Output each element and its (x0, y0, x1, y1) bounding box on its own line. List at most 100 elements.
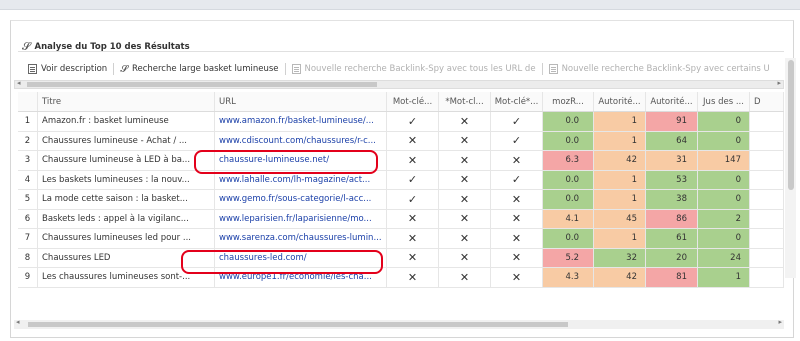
scrollbar-thumb[interactable] (28, 322, 568, 327)
column-header-mot-cle-3[interactable]: Mot-clé*... (491, 92, 543, 111)
url-link[interactable]: www.gemo.fr/sous-categorie/l-acc... (215, 190, 387, 209)
column-header-url[interactable]: URL (215, 92, 387, 111)
mot-cle-2-cell: ✕ (439, 190, 491, 209)
column-header-autorite-2[interactable]: Autorité... (646, 92, 698, 111)
url-link-text: www.lahalle.com/lh-magazine/act... (219, 174, 371, 185)
title-cell: Chaussures lumineuses led pour ... (38, 229, 215, 248)
autorite-1-cell: 32 (594, 248, 646, 267)
title-cell: Amazon.fr : basket lumineuse (38, 112, 215, 131)
title-cell: Chaussure lumineuse à LED à ba... (38, 151, 215, 170)
cross-icon: ✕ (511, 192, 522, 206)
cross-icon: ✕ (459, 153, 470, 167)
autorite-1-cell: 1 (594, 112, 646, 131)
url-link[interactable]: www.leparisien.fr/laparisienne/mo... (215, 209, 387, 228)
mot-cle-1-cell: ✓ (387, 170, 439, 189)
nouvelle-recherche-certains-button[interactable]: Nouvelle recherche Backlink-Spy avec cer… (543, 61, 776, 77)
scrollbar-thumb[interactable] (27, 82, 377, 87)
mot-cle-3-cell: ✓ (491, 170, 543, 189)
cross-icon: ✕ (459, 231, 470, 245)
mot-cle-3-cell: ✕ (491, 268, 543, 287)
scroll-left-icon[interactable]: ◂ (16, 318, 20, 326)
autorite-1-cell-text: 42 (626, 272, 637, 283)
table-row[interactable]: 5 La mode cette saison : la basket... www.… (18, 190, 784, 210)
row-index: 7 (18, 229, 38, 248)
table-row[interactable]: 8 Chaussures LED chaussures-led.com/✕ ✕ ✕ 5.2… (18, 248, 784, 268)
mozrank-cell: 0.0 (543, 170, 594, 189)
top-horizontal-scrollbar[interactable]: ◂ ▸ (14, 79, 784, 89)
cross-icon: ✕ (459, 114, 470, 128)
column-header-index[interactable] (18, 92, 38, 111)
column-header-jus[interactable]: Jus des ... (698, 92, 750, 111)
row-index: 3 (18, 151, 38, 170)
autorite-2-cell-text: 81 (676, 272, 687, 283)
scroll-right-icon[interactable]: ▸ (777, 79, 781, 87)
row-index-text: 1 (24, 116, 31, 127)
url-link-text: www.sarenza.com/chaussures-lumin... (219, 233, 382, 244)
vertical-scrollbar-thumb[interactable] (788, 60, 794, 190)
column-header-mot-cle-1[interactable]: Mot-clé... (387, 92, 439, 111)
cross-icon: ✕ (407, 270, 418, 284)
mot-cle-1-cell: ✕ (387, 268, 439, 287)
mot-cle-1-cell: ✕ (387, 229, 439, 248)
title-cell-text: Baskets leds : appel à la vigilanc... (42, 213, 189, 224)
cross-icon: ✕ (407, 153, 418, 167)
autorite-2-cell-text: 31 (676, 155, 687, 166)
table-row[interactable]: 1 Amazon.fr : basket lumineuse www.amazon.… (18, 112, 784, 132)
mot-cle-1-cell: ✕ (387, 151, 439, 170)
row-index-text: 2 (24, 135, 31, 146)
table-row[interactable]: 6 Baskets leds : appel à la vigilanc... ww… (18, 209, 784, 229)
check-icon: ✓ (511, 173, 522, 187)
column-header-titre[interactable]: Titre (38, 92, 215, 111)
url-link[interactable]: www.amazon.fr/basket-lumineuse/... (215, 112, 387, 131)
url-link-text: www.gemo.fr/sous-categorie/l-acc... (219, 194, 372, 205)
mot-cle-3-cell: ✓ (491, 112, 543, 131)
results-table: Titre URL Mot-clé... *Mot-cl... Mot-clé*… (18, 92, 784, 288)
mozrank-cell-text: 5.2 (565, 252, 579, 263)
jus-cell: 1 (698, 268, 750, 287)
table-row[interactable]: 3 Chaussure lumineuse à LED à ba... chauss… (18, 151, 784, 171)
mot-cle-1-cell: ✓ (387, 112, 439, 131)
scroll-right-icon[interactable]: ▸ (778, 318, 782, 326)
url-link[interactable]: www.cdiscount.com/chaussures/r-c... (215, 131, 387, 150)
autorite-2-cell: 53 (646, 170, 698, 189)
mozrank-cell: 6.3 (543, 151, 594, 170)
nouvelle-recherche-tous-label: Nouvelle recherche Backlink-Spy avec tou… (304, 64, 536, 74)
autorite-2-cell-text: 20 (676, 252, 687, 263)
table-row[interactable]: 7 Chaussures lumineuses led pour ... www.s… (18, 229, 784, 249)
autorite-1-cell-text: 32 (626, 252, 637, 263)
column-header-mot-cle-2[interactable]: *Mot-cl... (439, 92, 491, 111)
row-index: 6 (18, 209, 38, 228)
table-row[interactable]: 2 Chaussures lumineuse - Achat / ... www.c… (18, 131, 784, 151)
column-header-autorite-1[interactable]: Autorité... (594, 92, 646, 111)
jus-cell: 24 (698, 248, 750, 267)
autorite-1-cell-text: 42 (626, 155, 637, 166)
column-header-d[interactable]: D (750, 92, 784, 111)
recherche-large-label: Recherche large basket lumineuse (131, 64, 279, 74)
table-row[interactable]: 9 Les chaussures lumineuses sont-... www.e… (18, 268, 784, 288)
cross-icon: ✕ (459, 173, 470, 187)
voir-description-button[interactable]: Voir description (22, 61, 113, 77)
bottom-horizontal-scrollbar[interactable]: ◂ ▸ (14, 318, 784, 329)
mot-cle-1-cell: ✕ (387, 209, 439, 228)
title-cell: Chaussures lumineuse - Achat / ... (38, 131, 215, 150)
autorite-1-cell-text: 1 (631, 174, 637, 185)
autorite-1-cell-text: 1 (631, 194, 637, 205)
cross-icon: ✕ (511, 212, 522, 226)
title-cell-text: Chaussure lumineuse à LED à ba... (42, 155, 191, 166)
d-cell (750, 268, 784, 287)
autorite-1-cell-text: 1 (631, 116, 637, 127)
row-index-text: 5 (24, 194, 31, 205)
mozrank-cell: 4.1 (543, 209, 594, 228)
row-index-text: 9 (24, 272, 31, 283)
column-header-mozrank[interactable]: mozR... (543, 92, 594, 111)
table-row[interactable]: 4 Les baskets lumineuses : la nouv... www.… (18, 170, 784, 190)
mot-cle-2-cell: ✕ (439, 209, 491, 228)
mozrank-cell-text: 6.3 (565, 155, 579, 166)
url-link[interactable]: www.sarenza.com/chaussures-lumin... (215, 229, 387, 248)
mot-cle-3-cell: ✓ (491, 131, 543, 150)
nouvelle-recherche-tous-button[interactable]: Nouvelle recherche Backlink-Spy avec tou… (286, 61, 542, 77)
recherche-large-button[interactable]: 𝓢 Recherche large basket lumineuse (114, 61, 284, 77)
autorite-1-cell: 42 (594, 151, 646, 170)
scroll-left-icon[interactable]: ◂ (17, 79, 21, 87)
title-cell: Les baskets lumineuses : la nouv... (38, 170, 215, 189)
